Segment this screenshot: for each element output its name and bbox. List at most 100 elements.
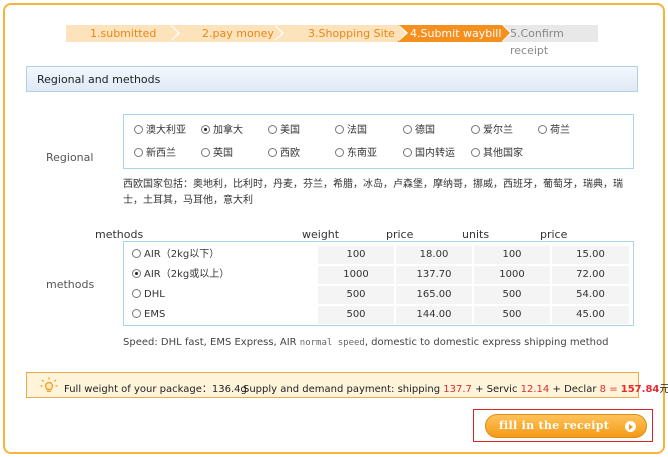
speed-suffix: , domestic to domestic express shipping … xyxy=(364,337,609,348)
radio-icon xyxy=(268,124,277,134)
package-summary: Full weight of your package：136.4g Suppl… xyxy=(26,372,668,398)
western-europe-note: 西欧国家包括：奥地利，比利时，丹麦，芬兰，希腊，冰岛，卢森堡，摩纳哥，挪威，西班… xyxy=(123,179,623,206)
fill-receipt-button[interactable]: fill in the receipt xyxy=(485,414,647,438)
methods-table: AIR（2kg以下） 100 18.00 100 15.00 AIR（2kg或以… xyxy=(123,241,634,326)
methods-header: methods xyxy=(95,228,144,241)
lightbulb-icon xyxy=(40,377,58,392)
method-row-air-under-2kg: AIR（2kg以下） 100 18.00 100 15.00 xyxy=(128,245,629,264)
region-label: 英国 xyxy=(213,148,233,159)
total-value: 157.84 xyxy=(620,384,660,395)
radio-icon xyxy=(201,147,210,157)
package-weight: Full weight of your package：136.4g xyxy=(64,380,247,395)
region-radio-other[interactable]: 其他国家 xyxy=(467,145,531,163)
declar-label: Declar xyxy=(564,384,597,395)
units-cell: 1000 xyxy=(474,266,550,284)
price2-cell: 54.00 xyxy=(552,286,629,304)
region-label: 其他国家 xyxy=(483,148,523,159)
method-row-dhl: DHL 500 165.00 500 54.00 xyxy=(128,285,629,304)
methods-label: methods xyxy=(46,278,95,291)
price2-header: price xyxy=(540,228,568,241)
plus-sign: + xyxy=(475,384,484,395)
price-header: price xyxy=(386,228,414,241)
button-label: fill in the receipt xyxy=(499,419,610,432)
region-radio-usa[interactable]: 美国 xyxy=(264,122,324,140)
step-submitted: 1.submitted xyxy=(66,25,180,42)
region-radio-western-europe[interactable]: 西欧 xyxy=(264,145,324,163)
region-label: 荷兰 xyxy=(550,125,570,136)
region-label: 美国 xyxy=(280,125,300,136)
method-row-air-2kg-plus: AIR（2kg或以上） 1000 137.70 1000 72.00 xyxy=(128,265,629,284)
method-name: DHL xyxy=(144,289,165,300)
equals-sign: = xyxy=(609,384,618,395)
radio-icon xyxy=(471,124,480,134)
region-label: 新西兰 xyxy=(146,148,176,159)
region-radio-netherlands[interactable]: 荷兰 xyxy=(534,122,594,140)
region-radio-uk[interactable]: 英国 xyxy=(197,145,257,163)
region-label: 澳大利亚 xyxy=(146,125,186,136)
radio-icon xyxy=(335,124,344,134)
price-cell: 165.00 xyxy=(396,286,472,304)
method-radio-air-under-2kg[interactable]: AIR（2kg以下） xyxy=(128,246,316,264)
payment-breakdown: Supply and demand payment: shipping 137.… xyxy=(243,380,668,395)
region-radio-canada[interactable]: 加拿大 xyxy=(197,122,257,140)
price-cell: 144.00 xyxy=(396,306,472,324)
step-pay-money: 2.pay money xyxy=(170,25,284,42)
speed-normal: normal speed xyxy=(299,338,365,348)
price2-cell: 15.00 xyxy=(552,246,629,264)
method-radio-ems[interactable]: EMS xyxy=(128,306,316,324)
step-shopping-site: 3.Shopping Site xyxy=(274,25,408,42)
radio-icon xyxy=(132,288,141,298)
radio-icon xyxy=(132,248,141,258)
play-arrow-icon xyxy=(625,421,636,432)
units-cell: 500 xyxy=(474,306,550,324)
currency: 元 xyxy=(659,384,668,395)
weight-label: Full weight of your package： xyxy=(64,384,212,395)
method-row-ems: EMS 500 144.00 500 45.00 xyxy=(128,305,629,324)
region-label: 爱尔兰 xyxy=(483,125,513,136)
region-label: 加拿大 xyxy=(213,125,243,136)
region-label: 国内转运 xyxy=(415,148,455,159)
radio-icon xyxy=(134,124,143,134)
weight-cell: 500 xyxy=(318,286,394,304)
radio-icon xyxy=(403,147,412,157)
step-label: 1.submitted xyxy=(90,27,157,40)
region-radio-southeast-asia[interactable]: 东南亚 xyxy=(331,145,395,163)
price-cell: 18.00 xyxy=(396,246,472,264)
weight-value: 136.4g xyxy=(211,384,247,395)
step-label: 2.pay money xyxy=(202,27,274,40)
progress-steps: 1.submitted 2.pay money 3.Shopping Site … xyxy=(66,25,598,57)
speed-prefix: Speed: DHL fast, EMS Express, AIR xyxy=(123,337,300,348)
weight-cell: 1000 xyxy=(318,266,394,284)
method-name: EMS xyxy=(144,309,166,320)
method-name: AIR（2kg或以上） xyxy=(144,269,230,280)
radio-checked-icon xyxy=(201,124,210,134)
servic-label: Servic xyxy=(486,384,518,395)
region-radio-domestic-transfer[interactable]: 国内转运 xyxy=(399,145,463,163)
region-radio-new-zealand[interactable]: 新西兰 xyxy=(130,145,190,163)
section-title: Regional and methods xyxy=(37,73,161,86)
region-radio-france[interactable]: 法国 xyxy=(331,122,391,140)
region-radio-australia[interactable]: 澳大利亚 xyxy=(130,122,190,140)
units-cell: 500 xyxy=(474,286,550,304)
region-label: 东南亚 xyxy=(347,148,377,159)
plus-sign: + xyxy=(552,384,561,395)
price2-cell: 72.00 xyxy=(552,266,629,284)
declar-value: 8 xyxy=(599,384,606,395)
step-label: 4.Submit waybill xyxy=(410,27,502,40)
units-header: units xyxy=(462,228,490,241)
method-radio-air-2kg-plus[interactable]: AIR（2kg或以上） xyxy=(128,266,316,284)
region-radio-ireland[interactable]: 爱尔兰 xyxy=(467,122,527,140)
payment-label: Supply and demand payment: shipping xyxy=(243,384,441,395)
region-label: 法国 xyxy=(347,125,367,136)
radio-icon xyxy=(471,147,480,157)
price-cell: 137.70 xyxy=(396,266,472,284)
region-radio-germany[interactable]: 德国 xyxy=(399,122,459,140)
section-header: Regional and methods xyxy=(26,66,638,92)
method-radio-dhl[interactable]: DHL xyxy=(128,286,316,304)
method-name: AIR（2kg以下） xyxy=(144,249,220,260)
radio-checked-icon xyxy=(132,268,141,278)
step-label: 3.Shopping Site xyxy=(308,27,395,40)
radio-icon xyxy=(132,308,141,318)
radio-icon xyxy=(403,124,412,134)
region-label: 德国 xyxy=(415,125,435,136)
